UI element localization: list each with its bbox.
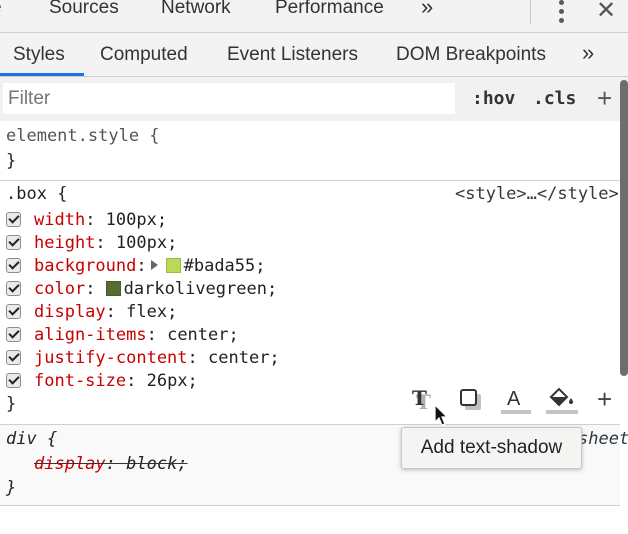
property-checkbox[interactable]	[6, 350, 21, 365]
property-name[interactable]: align-items	[34, 325, 147, 345]
svg-text:T: T	[412, 387, 427, 410]
property-name[interactable]: display	[34, 302, 106, 322]
rule-close-brace: }	[6, 151, 17, 171]
main-panel-tabbar: e Sources Network Performance » ✕	[0, 0, 628, 33]
declaration: display: flex;	[0, 301, 620, 323]
active-tab-indicator	[0, 73, 84, 76]
property-name[interactable]: background	[34, 256, 136, 276]
tab-styles[interactable]: Styles	[13, 44, 65, 66]
property-name[interactable]: font-size	[34, 371, 126, 391]
svg-text:A: A	[507, 388, 521, 410]
tab-sources[interactable]: Sources	[49, 0, 119, 19]
property-value[interactable]: 26px;	[147, 371, 198, 391]
property-name[interactable]: display	[34, 454, 106, 474]
tab-dom-breakpoints[interactable]: DOM Breakpoints	[396, 44, 546, 66]
hover-state-button[interactable]: :hov	[472, 88, 515, 109]
filter-input[interactable]	[3, 83, 455, 114]
scrollbar[interactable]	[620, 80, 628, 376]
tab-event-listeners[interactable]: Event Listeners	[227, 44, 358, 66]
property-value[interactable]: center;	[167, 325, 239, 345]
property-value[interactable]: #bada55;	[184, 256, 266, 276]
property-value[interactable]: 100px;	[106, 210, 167, 230]
property-checkbox[interactable]	[6, 235, 21, 250]
background-color-icon[interactable]	[546, 386, 578, 421]
box-shadow-icon[interactable]	[459, 388, 485, 419]
rule-source-link[interactable]: <style>…</style>	[455, 184, 619, 204]
rule-close-brace: }	[6, 478, 17, 498]
property-value[interactable]: darkolivegreen;	[124, 279, 278, 299]
more-sidebar-tabs-button[interactable]: »	[582, 40, 594, 66]
text-color-icon[interactable]: A	[501, 386, 531, 421]
rule-selector[interactable]: div {	[6, 429, 57, 449]
property-checkbox[interactable]	[6, 281, 21, 296]
property-name[interactable]: justify-content	[34, 348, 188, 368]
rule-selector[interactable]: element.style {	[6, 126, 160, 146]
tab-network[interactable]: Network	[161, 0, 231, 19]
expand-triangle-icon[interactable]	[150, 260, 158, 270]
rule-source-link[interactable]: sheet	[578, 429, 628, 449]
declaration: height: 100px;	[0, 232, 620, 254]
property-name[interactable]: color	[34, 279, 85, 299]
rule-selector[interactable]: .box {	[6, 184, 67, 204]
declaration: justify-content: center;	[0, 347, 620, 369]
tab-performance[interactable]: Performance	[275, 0, 384, 19]
styles-toolbar: :hov .cls +	[0, 77, 628, 121]
sidebar-tabbar: Styles Computed Event Listeners DOM Brea…	[0, 33, 628, 77]
color-swatch[interactable]	[165, 258, 181, 273]
tab-computed[interactable]: Computed	[100, 44, 188, 66]
declaration-overridden: display: block;	[34, 454, 188, 474]
element-style-rule: element.style { }	[0, 122, 620, 181]
property-value[interactable]: center;	[208, 348, 280, 368]
tooltip: Add text-shadow	[401, 427, 582, 469]
box-rule: .box { <style>…</style> width: 100px; he…	[0, 181, 620, 425]
declaration: align-items: center;	[0, 324, 620, 346]
rule-close-brace: }	[6, 394, 17, 414]
property-checkbox[interactable]	[6, 258, 21, 273]
property-checkbox[interactable]	[6, 373, 21, 388]
declaration: color: darkolivegreen;	[0, 278, 620, 300]
class-toggle-button[interactable]: .cls	[533, 88, 576, 109]
tab-elements[interactable]: e	[0, 0, 2, 19]
color-swatch[interactable]	[105, 281, 121, 296]
property-value[interactable]: block;	[126, 454, 187, 474]
close-icon[interactable]: ✕	[596, 0, 616, 25]
mouse-cursor-icon	[434, 403, 450, 433]
property-checkbox[interactable]	[6, 327, 21, 342]
property-value[interactable]: 100px;	[116, 233, 177, 253]
property-name[interactable]: height	[34, 233, 95, 253]
property-checkbox[interactable]	[6, 304, 21, 319]
text-shadow-icon[interactable]: T T	[410, 386, 436, 418]
declaration: background: #bada55;	[0, 255, 620, 277]
divider	[530, 0, 531, 24]
declaration: width: 100px;	[0, 209, 620, 231]
new-style-rule-button[interactable]: +	[597, 83, 612, 114]
property-checkbox[interactable]	[6, 212, 21, 227]
kebab-menu-icon[interactable]	[556, 0, 568, 24]
add-property-icon[interactable]: +	[597, 384, 612, 415]
property-value[interactable]: flex;	[126, 302, 177, 322]
more-tabs-button[interactable]: »	[421, 0, 433, 20]
property-name[interactable]: width	[34, 210, 85, 230]
